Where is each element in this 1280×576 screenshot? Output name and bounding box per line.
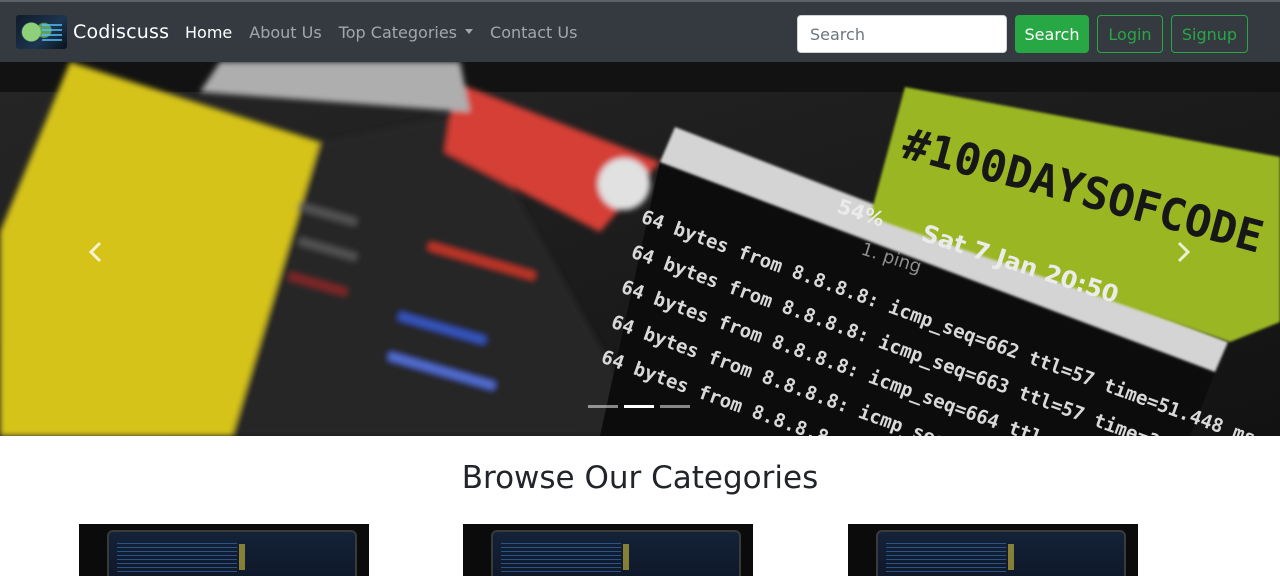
login-button[interactable]: Login: [1097, 15, 1163, 53]
carousel-prev-control[interactable]: [86, 237, 106, 267]
caret-down-icon: [465, 29, 474, 34]
nav-top-categories-label: Top Categories: [338, 23, 458, 42]
hero-carousel: #100DAYSOFCODE 54% Sat 7 Jan 20:50 1. pi…: [0, 62, 1280, 436]
laptop-image: [876, 530, 1126, 576]
nav-home[interactable]: Home: [185, 23, 232, 42]
carousel-next-control[interactable]: [1173, 237, 1193, 267]
carousel-indicator[interactable]: [624, 405, 654, 408]
nav-top-categories[interactable]: Top Categories: [338, 23, 474, 42]
laptop-image: [491, 530, 741, 576]
categories-title: Browse Our Categories: [461, 460, 819, 496]
laptop-image: [107, 530, 357, 576]
brand-name: Codiscuss: [73, 21, 170, 43]
search-button[interactable]: Search: [1015, 15, 1089, 53]
carousel-indicators: [588, 405, 696, 408]
category-card-image[interactable]: [463, 524, 753, 576]
category-card-image[interactable]: [848, 524, 1138, 576]
nav-about[interactable]: About Us: [249, 23, 321, 42]
brand[interactable]: Codiscuss: [16, 15, 169, 49]
carousel-indicator[interactable]: [660, 405, 690, 408]
signup-button[interactable]: Signup: [1171, 15, 1248, 53]
carousel-indicator[interactable]: [588, 405, 618, 408]
brand-logo: [16, 15, 67, 49]
category-card-image[interactable]: [79, 524, 369, 576]
carousel-slide-image: #100DAYSOFCODE 54% Sat 7 Jan 20:50 1. pi…: [0, 62, 1280, 436]
nav-links: Home About Us Top Categories Contact Us: [185, 23, 594, 42]
chevron-right-icon: [1177, 241, 1191, 263]
chevron-left-icon: [88, 241, 102, 263]
nav-contact[interactable]: Contact Us: [490, 23, 577, 42]
search-input[interactable]: [797, 15, 1007, 53]
navbar: Codiscuss Home About Us Top Categories C…: [0, 0, 1280, 62]
